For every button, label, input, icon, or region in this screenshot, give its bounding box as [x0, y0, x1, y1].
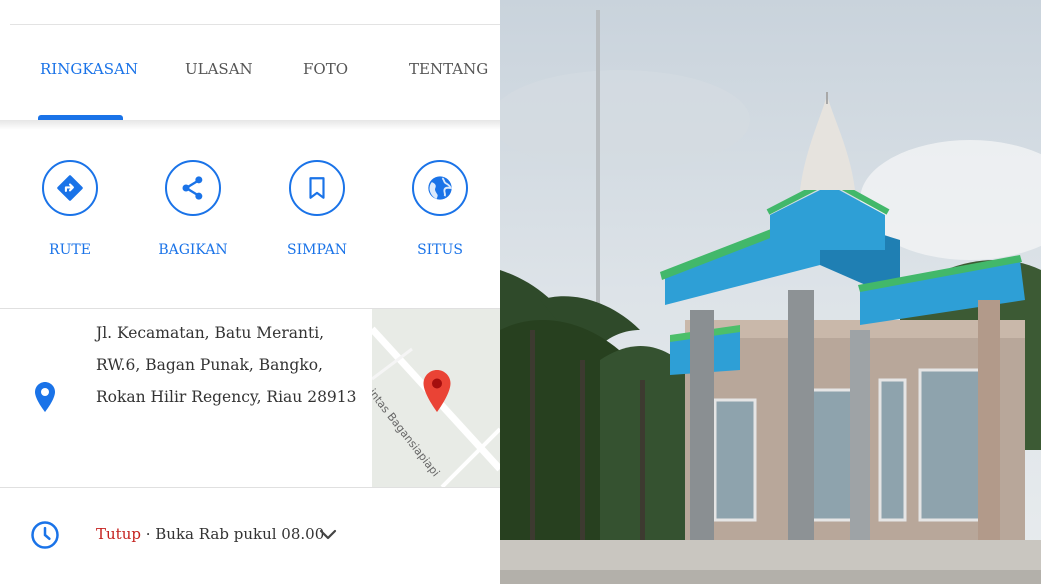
- share-label: BAGIKAN: [158, 242, 228, 258]
- share-button[interactable]: BAGIKAN: [153, 160, 233, 258]
- top-divider: [10, 24, 500, 25]
- directions-icon: [57, 175, 83, 201]
- chevron-down-icon[interactable]: [318, 528, 338, 542]
- hours-separator: ·: [140, 525, 156, 543]
- hours-summary: Tutup · Buka Rab pukul 08.00: [96, 525, 324, 543]
- section-divider-2: [0, 487, 500, 488]
- address-row[interactable]: Jl. Kecamatan, Batu Meranti, RW.6, Bagan…: [0, 309, 500, 487]
- map-marker-icon: [423, 370, 451, 412]
- clock-icon: [31, 521, 59, 549]
- tab-tentang[interactable]: TENTANG: [409, 60, 488, 78]
- save-button[interactable]: SIMPAN: [277, 160, 357, 258]
- website-button-circle: [412, 160, 468, 216]
- tab-ringkasan[interactable]: RINGKASAN: [40, 60, 138, 78]
- opening-hours-row[interactable]: Tutup · Buka Rab pukul 08.00: [0, 500, 500, 570]
- save-button-circle: [289, 160, 345, 216]
- bookmark-icon: [309, 177, 325, 199]
- route-button[interactable]: RUTE: [30, 160, 110, 258]
- route-label: RUTE: [49, 242, 91, 258]
- tab-bar-shadow: [0, 120, 500, 130]
- building-photo-illustration: [500, 0, 1041, 584]
- save-label: SIMPAN: [287, 242, 347, 258]
- location-pin-icon: [35, 382, 55, 412]
- share-icon: [182, 176, 203, 200]
- globe-icon: [428, 176, 452, 200]
- tab-ulasan[interactable]: ULASAN: [185, 60, 253, 78]
- website-label: SITUS: [417, 242, 463, 258]
- website-button[interactable]: SITUS: [400, 160, 480, 258]
- route-button-circle: [42, 160, 98, 216]
- tab-bar: RINGKASAN ULASAN FOTO TENTANG: [0, 60, 500, 90]
- share-button-circle: [165, 160, 221, 216]
- map-thumbnail[interactable]: Jl. Lintas Bagansiapiapi: [372, 309, 500, 487]
- action-bar: RUTE BAGIKAN SIMPAN SITUS: [0, 160, 500, 280]
- address-text: Jl. Kecamatan, Batu Meranti, RW.6, Bagan…: [96, 324, 357, 406]
- place-photo[interactable]: [500, 0, 1041, 584]
- tab-foto[interactable]: FOTO: [303, 60, 348, 78]
- place-panel: RINGKASAN ULASAN FOTO TENTANG RUTE BAGIK…: [0, 0, 500, 584]
- closed-status: Tutup: [96, 525, 141, 543]
- next-open-time: Buka Rab pukul 08.00: [155, 525, 325, 543]
